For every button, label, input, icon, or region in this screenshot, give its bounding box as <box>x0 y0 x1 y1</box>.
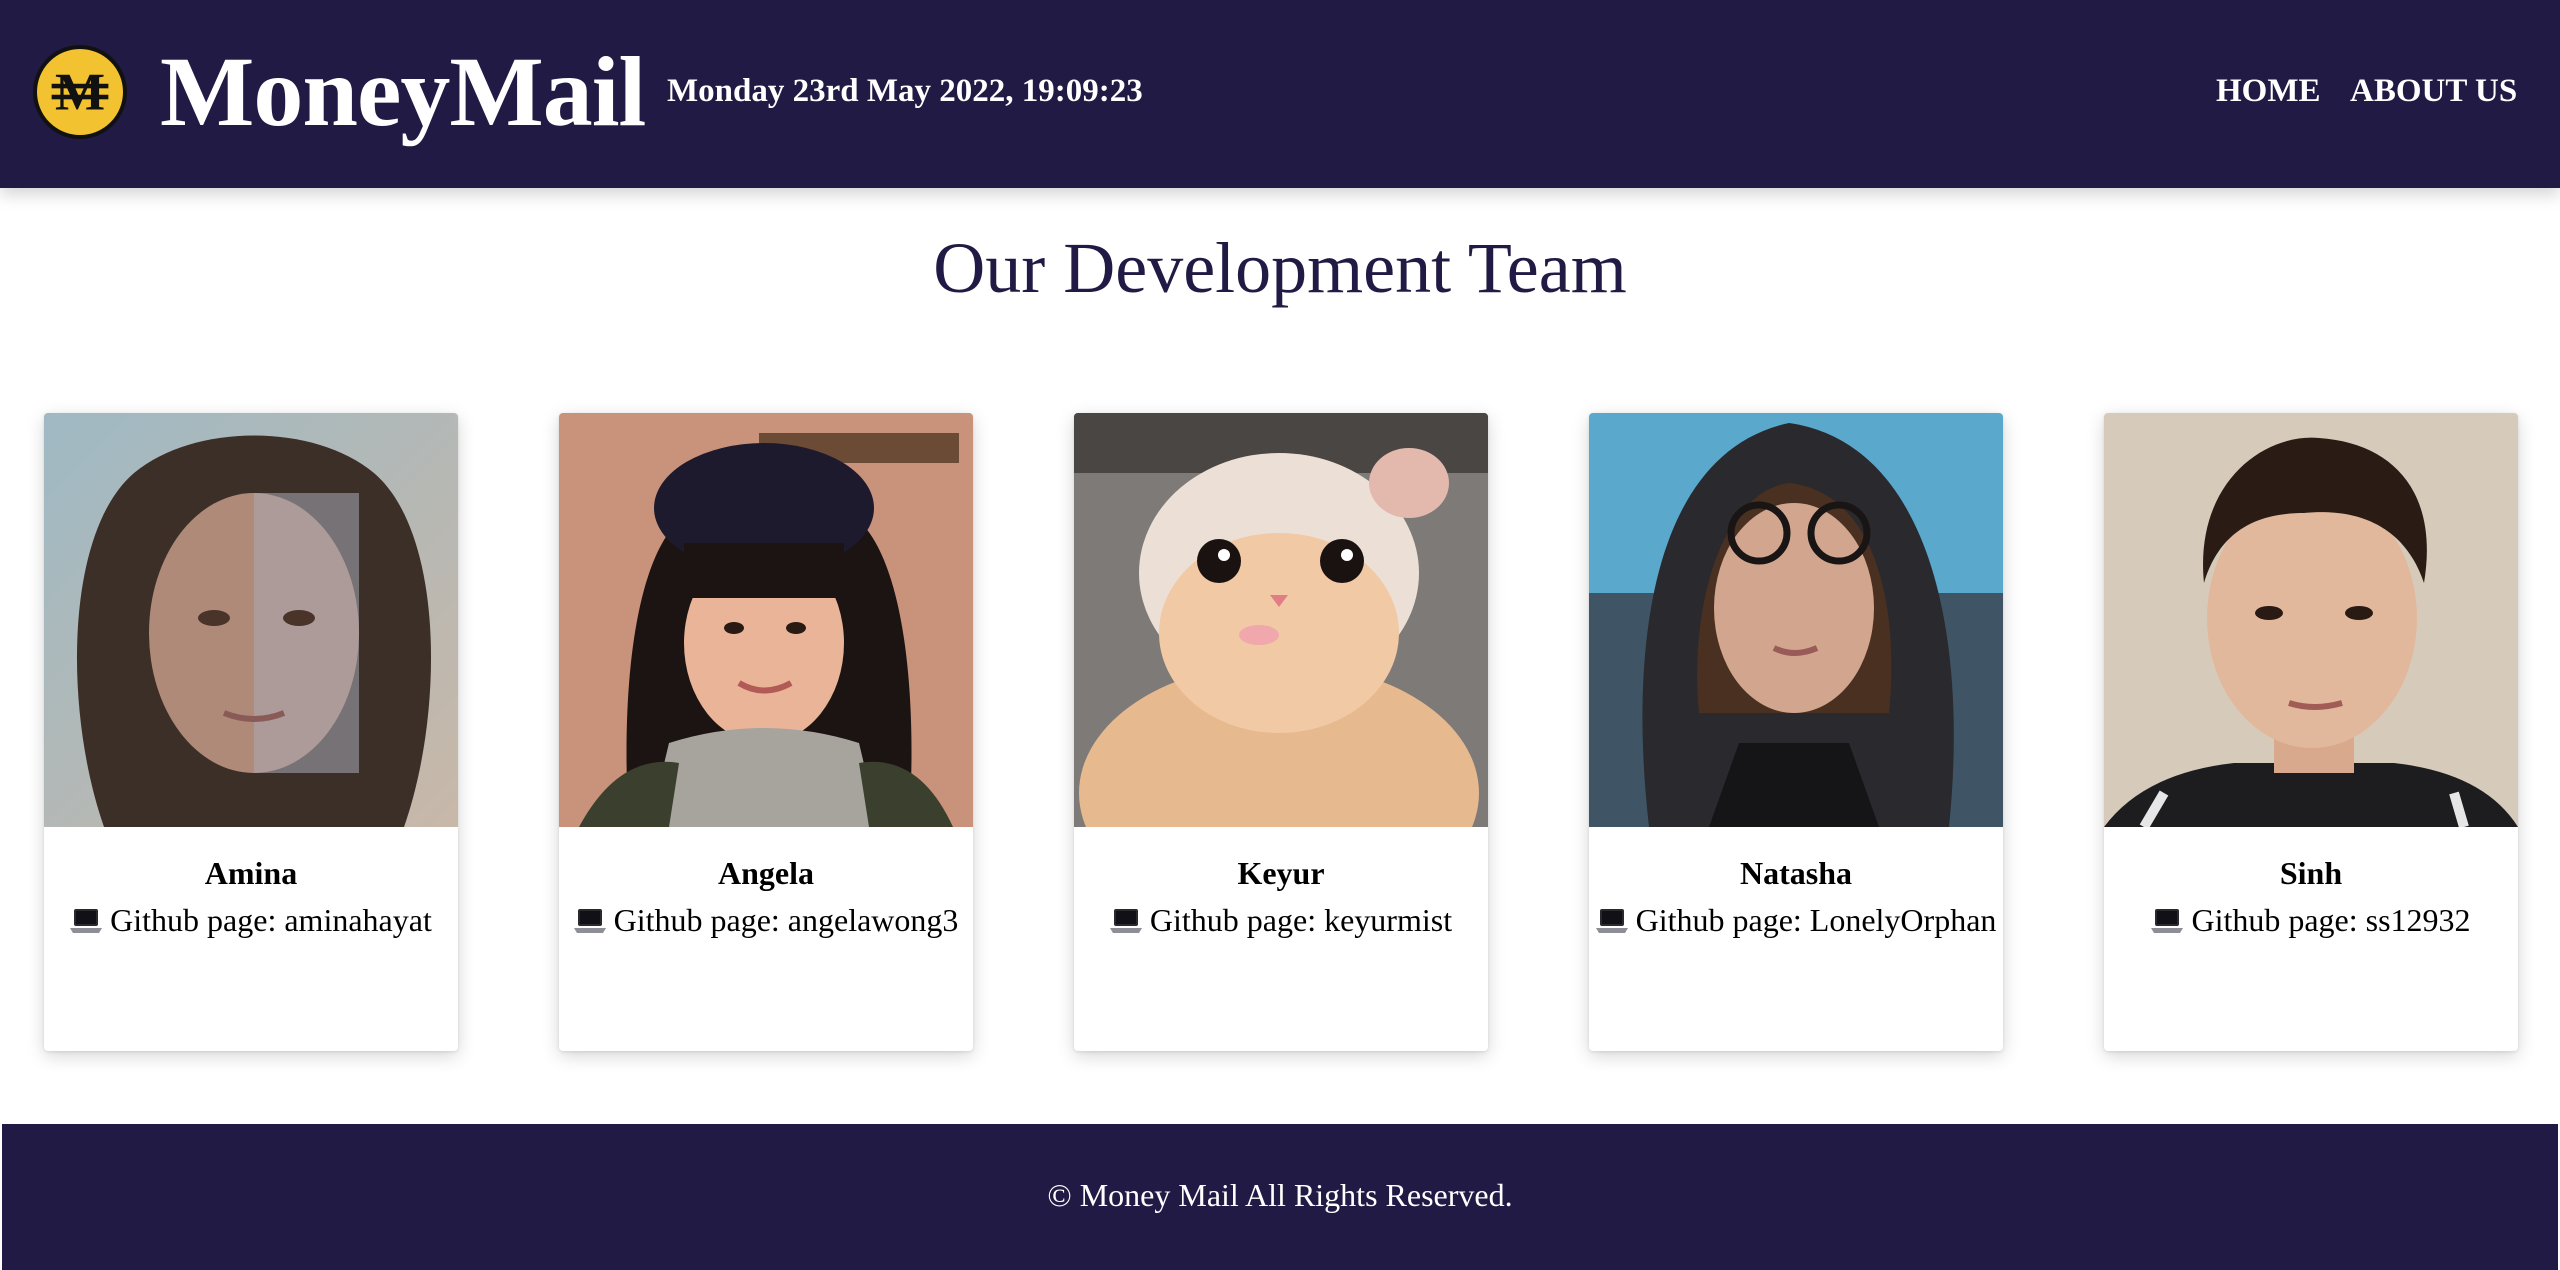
github-prefix: Github page: <box>613 902 788 938</box>
team-card-sinh: Sinh Github page: ss12932 <box>2104 413 2518 1051</box>
profile-photo <box>2104 413 2518 827</box>
github-username[interactable]: LonelyOrphan <box>1810 902 1997 938</box>
profile-photo <box>1589 413 2003 827</box>
laptop-icon <box>1595 908 1628 934</box>
svg-text:M: M <box>55 63 105 121</box>
member-name: Natasha <box>1739 855 1852 891</box>
nav-home-link[interactable]: HOME <box>2216 66 2321 116</box>
team-card-amina: Amina Github page: aminahayat <box>44 413 458 1051</box>
profile-photo <box>559 413 973 827</box>
copyright-text: © Money Mail All Rights Reserved. <box>1047 1177 1513 1213</box>
member-name: Amina <box>204 855 298 891</box>
page-title: Our Development Team <box>933 228 1627 308</box>
github-line: Github page: ss12932 <box>2104 897 2518 943</box>
github-username[interactable]: keyurmist <box>1324 902 1452 938</box>
github-line: Github page: LonelyOrphan <box>1589 897 2003 943</box>
github-username[interactable]: aminahayat <box>284 902 431 938</box>
profile-photo <box>1074 413 1488 827</box>
site-header: M MoneyMail Monday 23rd May 2022, 19:09:… <box>0 0 2560 188</box>
github-username[interactable]: angelawong3 <box>788 902 959 938</box>
laptop-icon <box>70 908 103 934</box>
laptop-icon <box>573 908 606 934</box>
nav-about-us-link[interactable]: ABOUT US <box>2350 66 2517 116</box>
github-prefix: Github page: <box>110 902 285 938</box>
team-card-keyur: Keyur Github page: keyurmist <box>1074 413 1488 1051</box>
laptop-icon <box>1109 908 1142 934</box>
github-prefix: Github page: <box>2191 902 2366 938</box>
team-card-angela: Angela Github page: angelawong3 <box>559 413 973 1051</box>
member-name: Angela <box>718 855 814 891</box>
github-line: Github page: aminahayat <box>44 897 458 943</box>
brand-title[interactable]: MoneyMail <box>160 32 646 152</box>
member-name: Keyur <box>1237 855 1325 891</box>
current-datetime: Monday 23rd May 2022, 19:09:23 <box>667 73 1143 109</box>
laptop-icon <box>2151 908 2184 934</box>
github-line: Github page: keyurmist <box>1074 897 1488 943</box>
site-footer: © Money Mail All Rights Reserved. <box>2 1124 2558 1270</box>
team-card-natasha: Natasha Github page: LonelyOrphan <box>1589 413 2003 1051</box>
github-prefix: Github page: <box>1149 902 1325 938</box>
member-name: Sinh <box>2279 855 2343 891</box>
github-line: Github page: angelawong3 <box>559 897 973 943</box>
github-prefix: Github page: <box>1635 902 1810 938</box>
moneymail-logo-icon[interactable]: M <box>33 45 127 139</box>
profile-photo <box>44 413 458 827</box>
github-username[interactable]: ss12932 <box>2366 902 2471 938</box>
